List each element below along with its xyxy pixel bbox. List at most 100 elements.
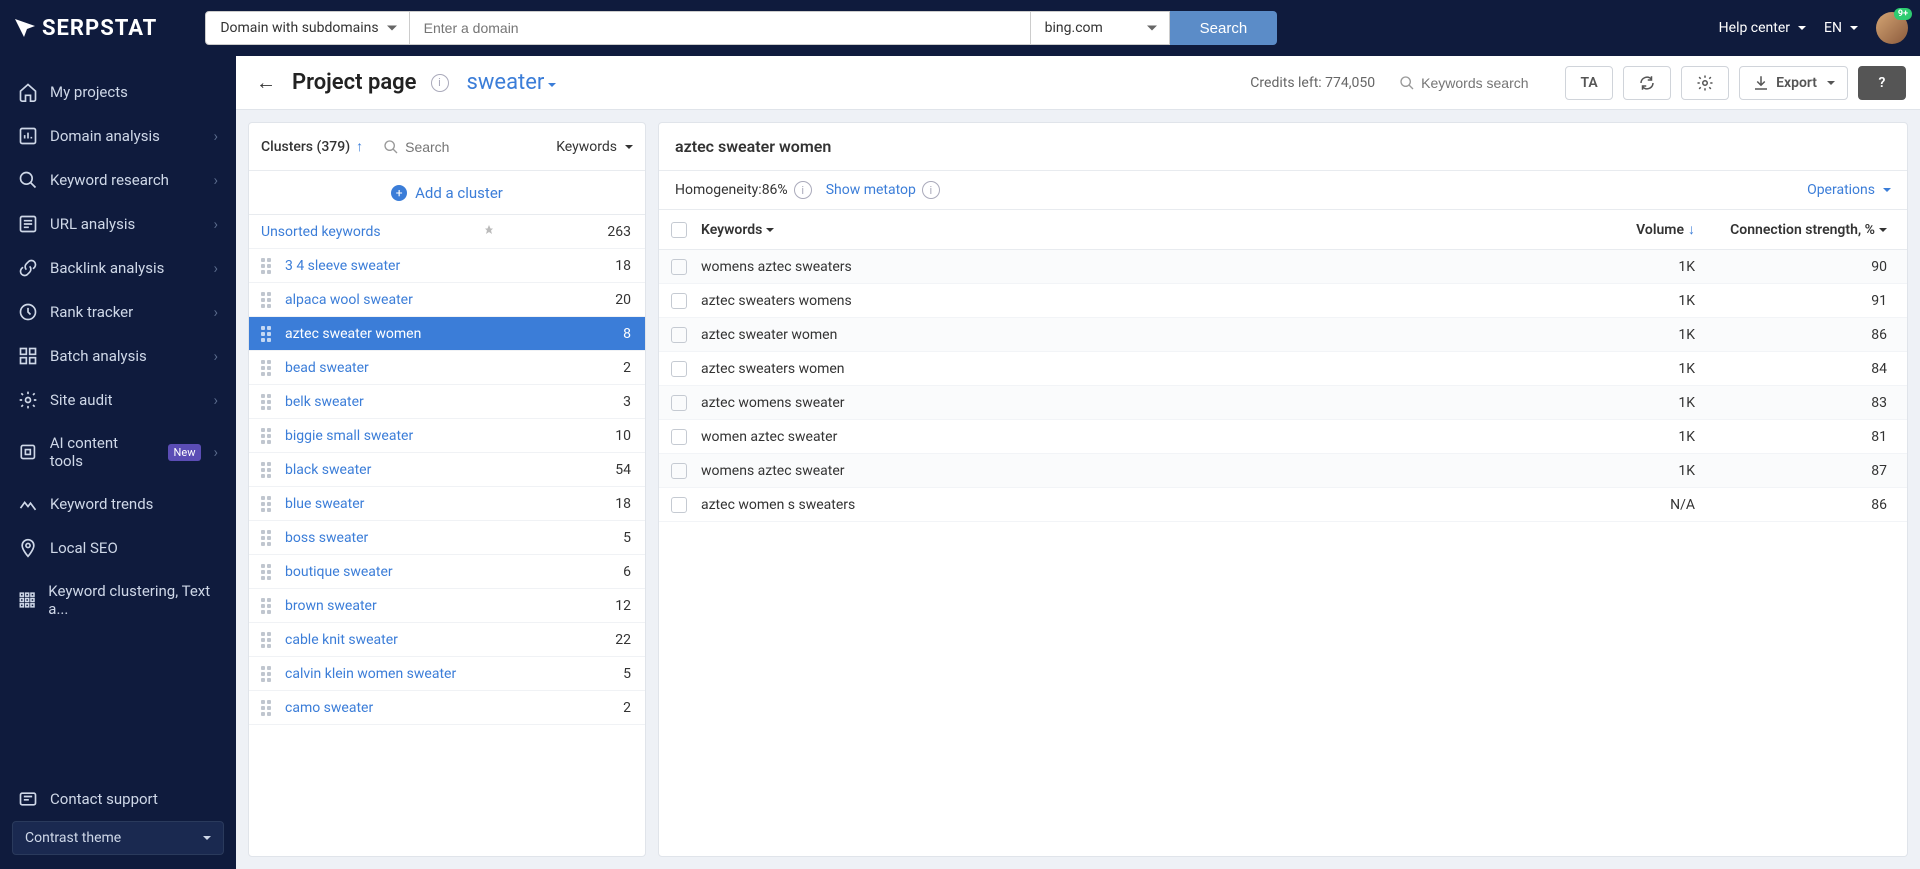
keywords-search-input[interactable] <box>1395 69 1555 97</box>
refresh-button[interactable] <box>1623 66 1671 100</box>
logo[interactable]: SERPSTAT <box>12 16 157 41</box>
drag-icon[interactable] <box>261 666 275 682</box>
info-icon[interactable]: i <box>922 181 940 199</box>
cluster-row[interactable]: biggie small sweater10 <box>249 419 645 453</box>
nav-label: Domain analysis <box>50 127 160 145</box>
nav-item[interactable]: Keyword research› <box>0 158 236 202</box>
keyword-row[interactable]: aztec sweater women1K86 <box>659 318 1907 352</box>
keyword-row[interactable]: womens aztec sweaters1K90 <box>659 250 1907 284</box>
project-keyword[interactable]: sweater <box>467 70 557 95</box>
keyword-row[interactable]: aztec womens sweater1K83 <box>659 386 1907 420</box>
volume-cell: 1K <box>1565 293 1695 309</box>
domain-mode-select[interactable]: Domain with subdomains <box>205 11 409 45</box>
chevron-right-icon: › <box>213 127 218 145</box>
row-checkbox[interactable] <box>671 429 687 445</box>
help-center-link[interactable]: Help center <box>1719 20 1806 36</box>
search-engine-select[interactable]: bing.com <box>1030 11 1170 45</box>
info-icon[interactable]: i <box>431 74 449 92</box>
row-checkbox[interactable] <box>671 361 687 377</box>
keywords-column[interactable]: Keywords <box>701 222 1565 238</box>
nav-label: Rank tracker <box>50 303 133 321</box>
nav-item[interactable]: URL analysis› <box>0 202 236 246</box>
volume-column[interactable]: Volume↓ <box>1565 221 1695 238</box>
help-button[interactable]: ? <box>1858 66 1906 100</box>
keyword-row[interactable]: aztec sweaters women1K84 <box>659 352 1907 386</box>
cluster-row[interactable]: aztec sweater women8 <box>249 317 645 351</box>
search-button[interactable]: Search <box>1170 11 1278 45</box>
row-checkbox[interactable] <box>671 497 687 513</box>
drag-icon[interactable] <box>261 360 275 376</box>
row-checkbox[interactable] <box>671 259 687 275</box>
domain-input[interactable] <box>410 11 1030 45</box>
credits-left: Credits left: 774,050 <box>1250 75 1375 91</box>
drag-icon[interactable] <box>261 326 275 342</box>
cluster-name: boutique sweater <box>285 564 393 580</box>
pin-icon[interactable] <box>483 224 495 240</box>
drag-icon[interactable] <box>261 530 275 546</box>
nav-item[interactable]: AI content toolsNew› <box>0 422 236 482</box>
drag-icon[interactable] <box>261 292 275 308</box>
contrast-theme-select[interactable]: Contrast theme <box>12 821 224 855</box>
keyword-row[interactable]: aztec sweaters womens1K91 <box>659 284 1907 318</box>
nav-item[interactable]: Batch analysis› <box>0 334 236 378</box>
cluster-row[interactable]: blue sweater18 <box>249 487 645 521</box>
settings-button[interactable] <box>1681 66 1729 100</box>
keyword-row[interactable]: aztec women s sweatersN/A86 <box>659 488 1907 522</box>
row-checkbox[interactable] <box>671 395 687 411</box>
nav-item[interactable]: Local SEO <box>0 526 236 570</box>
select-all-checkbox[interactable] <box>671 222 687 238</box>
drag-icon[interactable] <box>261 496 275 512</box>
drag-icon[interactable] <box>261 700 275 716</box>
drag-icon[interactable] <box>261 462 275 478</box>
drag-icon[interactable] <box>261 428 275 444</box>
row-checkbox[interactable] <box>671 327 687 343</box>
export-button[interactable]: Export <box>1739 66 1848 100</box>
keyword-cell: womens aztec sweaters <box>701 259 1565 275</box>
cluster-row[interactable]: black sweater54 <box>249 453 645 487</box>
nav-item[interactable]: Domain analysis › <box>0 114 236 158</box>
keywords-column-toggle[interactable]: Keywords <box>556 139 633 155</box>
cluster-row[interactable]: brown sweater12 <box>249 589 645 623</box>
operations-dropdown[interactable]: Operations <box>1807 182 1891 198</box>
cluster-row[interactable]: boutique sweater6 <box>249 555 645 589</box>
sort-arrow-icon[interactable]: ↑ <box>356 138 363 155</box>
cluster-row[interactable]: belk sweater3 <box>249 385 645 419</box>
cluster-row[interactable]: 3 4 sleeve sweater18 <box>249 249 645 283</box>
keyword-row[interactable]: womens aztec sweater1K87 <box>659 454 1907 488</box>
row-checkbox[interactable] <box>671 293 687 309</box>
row-checkbox[interactable] <box>671 463 687 479</box>
cluster-row[interactable]: boss sweater5 <box>249 521 645 555</box>
language-select[interactable]: EN <box>1824 20 1858 36</box>
sidebar: My projects Domain analysis › Keyword resea… <box>0 56 236 869</box>
drag-icon[interactable] <box>261 394 275 410</box>
add-cluster-button[interactable]: + Add a cluster <box>249 171 645 215</box>
contact-support[interactable]: Contact support <box>0 777 236 821</box>
nav-label: Batch analysis <box>50 347 147 365</box>
back-button[interactable]: ← <box>250 64 282 101</box>
unsorted-count: 263 <box>607 224 631 240</box>
drag-icon[interactable] <box>261 632 275 648</box>
nav-item[interactable]: Backlink analysis› <box>0 246 236 290</box>
drag-icon[interactable] <box>261 258 275 274</box>
cluster-search-input[interactable] <box>405 139 485 155</box>
show-metatop-link[interactable]: Show metatop <box>826 182 916 198</box>
unsorted-keywords-row[interactable]: Unsorted keywords 263 <box>249 215 645 249</box>
nav-label: URL analysis <box>50 215 135 233</box>
nav-item[interactable]: Rank tracker› <box>0 290 236 334</box>
cluster-row[interactable]: bead sweater2 <box>249 351 645 385</box>
avatar[interactable]: 9+ <box>1876 12 1908 44</box>
cluster-row[interactable]: alpaca wool sweater20 <box>249 283 645 317</box>
drag-icon[interactable] <box>261 598 275 614</box>
drag-icon[interactable] <box>261 564 275 580</box>
cluster-row[interactable]: cable knit sweater22 <box>249 623 645 657</box>
nav-item[interactable]: Keyword clustering, Text a... <box>0 570 236 630</box>
nav-item[interactable]: Site audit› <box>0 378 236 422</box>
nav-item[interactable]: My projects <box>0 70 236 114</box>
cluster-row[interactable]: calvin klein women sweater5 <box>249 657 645 691</box>
ta-button[interactable]: TA <box>1565 66 1613 100</box>
connection-column[interactable]: Connection strength, % <box>1695 222 1895 238</box>
keyword-row[interactable]: women aztec sweater1K81 <box>659 420 1907 454</box>
nav-item[interactable]: Keyword trends <box>0 482 236 526</box>
info-icon[interactable]: i <box>794 181 812 199</box>
cluster-row[interactable]: camo sweater2 <box>249 691 645 725</box>
